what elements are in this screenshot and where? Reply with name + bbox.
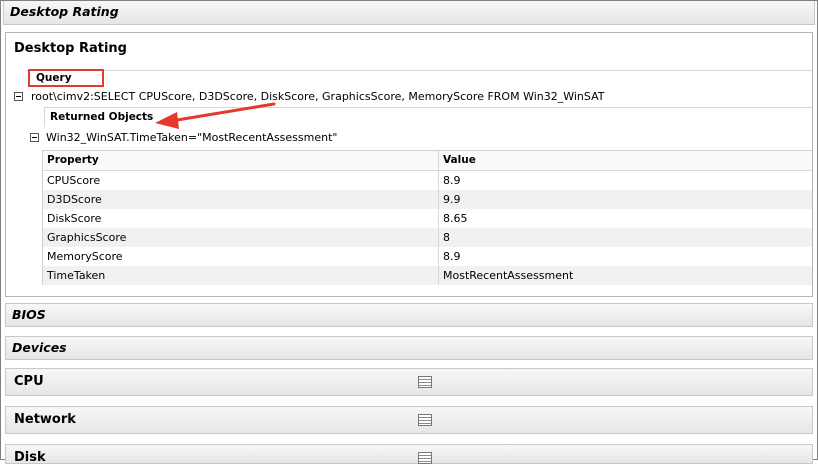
section-header-label: Desktop Rating (10, 4, 119, 19)
section-header-desktop-rating[interactable]: Desktop Rating (3, 1, 815, 25)
table-row[interactable]: GraphicsScore 8 (43, 228, 812, 247)
value-cell: 8.65 (443, 212, 468, 225)
section-header-devices[interactable]: Devices (5, 336, 813, 360)
section-header-label: Devices (12, 340, 67, 355)
returned-objects-label: Returned Objects (50, 111, 154, 123)
property-cell: MemoryScore (43, 247, 439, 266)
section-network[interactable]: Network (5, 406, 813, 434)
table-row[interactable]: CPUScore 8.9 (43, 171, 812, 190)
property-cell: GraphicsScore (43, 228, 439, 247)
returned-objects-row (44, 107, 812, 127)
report-window: Desktop Rating Desktop Rating Query root… (0, 0, 818, 465)
property-cell: CPUScore (43, 171, 439, 190)
section-disk[interactable]: Disk (5, 444, 813, 465)
table-header-row: Property Value (43, 151, 812, 171)
property-cell: DiskScore (43, 209, 439, 228)
value-cell: 8.9 (443, 174, 461, 187)
table-row[interactable]: D3DScore 9.9 (43, 190, 812, 209)
value-cell: 8.9 (443, 250, 461, 263)
collapse-icon[interactable] (14, 92, 23, 101)
table-icon[interactable] (418, 376, 432, 388)
query-label: Query (28, 69, 104, 87)
collapse-icon[interactable] (30, 133, 39, 142)
table-row[interactable]: MemoryScore 8.9 (43, 247, 812, 266)
section-cpu[interactable]: CPU (5, 368, 813, 396)
value-cell: 9.9 (443, 193, 461, 206)
properties-table: Property Value CPUScore 8.9 D3DScore 9.9… (42, 150, 812, 285)
query-row (26, 70, 812, 88)
table-row[interactable]: TimeTaken MostRecentAssessment (43, 266, 812, 285)
section-label: CPU (14, 374, 44, 389)
section-label: Disk (14, 450, 46, 465)
section-header-label: BIOS (12, 307, 46, 322)
table-row[interactable]: DiskScore 8.65 (43, 209, 812, 228)
table-icon[interactable] (418, 452, 432, 464)
column-header-value[interactable]: Value (439, 151, 812, 170)
property-cell: TimeTaken (43, 266, 439, 285)
query-text: root\cimv2:SELECT CPUScore, D3DScore, Di… (31, 90, 605, 103)
table-icon[interactable] (418, 414, 432, 426)
panel-title: Desktop Rating (14, 41, 127, 56)
value-cell: MostRecentAssessment (443, 269, 574, 282)
property-cell: D3DScore (43, 190, 439, 209)
object-path-text: Win32_WinSAT.TimeTaken="MostRecentAssess… (46, 131, 338, 144)
section-header-bios[interactable]: BIOS (5, 303, 813, 327)
desktop-rating-panel: Desktop Rating Query root\cimv2:SELECT C… (5, 32, 813, 297)
column-header-property[interactable]: Property (43, 151, 439, 170)
section-label: Network (14, 412, 76, 427)
value-cell: 8 (443, 231, 450, 244)
